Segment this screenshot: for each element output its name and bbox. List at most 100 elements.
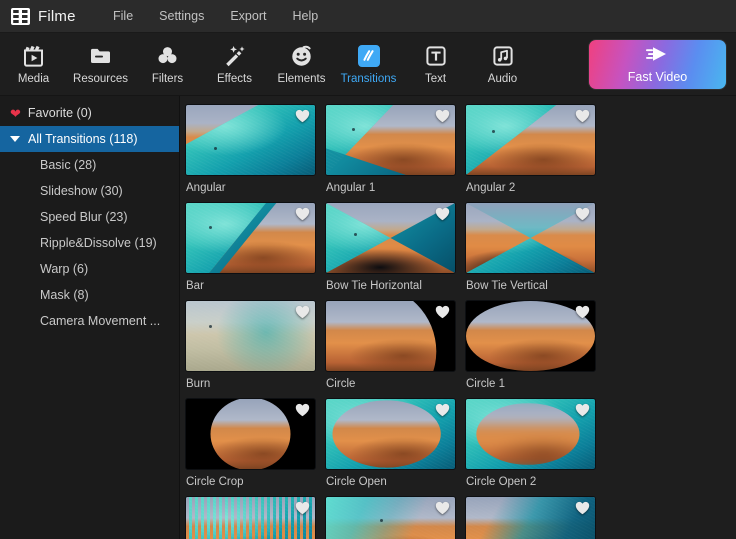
transition-item[interactable]: Bar xyxy=(185,202,325,292)
transition-item[interactable]: Col Whisk xyxy=(185,496,325,539)
sidebar-item-basic[interactable]: Basic (28) xyxy=(0,152,179,178)
heart-icon[interactable] xyxy=(575,207,590,221)
transition-thumbnail[interactable] xyxy=(185,496,316,539)
sidebar-item-all-transitions-label: All Transitions (118) xyxy=(28,132,138,146)
sidebar-item-mask[interactable]: Mask (8) xyxy=(0,282,179,308)
fast-forward-icon xyxy=(644,45,672,68)
transition-item[interactable]: Angular 2 xyxy=(465,104,605,194)
filme-logo-icon xyxy=(11,8,30,25)
transition-thumbnail[interactable] xyxy=(465,398,596,470)
heart-icon[interactable] xyxy=(435,501,450,515)
tab-resources-label: Resources xyxy=(73,73,128,85)
sidebar-item-slideshow[interactable]: Slideshow (30) xyxy=(0,178,179,204)
transition-thumbnail[interactable] xyxy=(325,104,456,176)
transition-item[interactable]: Circle Open 2 xyxy=(465,398,605,488)
transition-item[interactable]: Circle Crop xyxy=(185,398,325,488)
filme-application-window: Filme File Settings Export Help Media xyxy=(0,0,736,539)
menu-item-settings[interactable]: Settings xyxy=(146,4,217,28)
transitions-grid: Angular Angular 1 Angular 2 Bar Bow Tie Hori… xyxy=(185,104,736,539)
fast-video-button[interactable]: Fast Video xyxy=(589,40,726,89)
sidebar-item-warp-label: Warp (6) xyxy=(40,262,88,276)
heart-icon[interactable] xyxy=(295,305,310,319)
tab-effects[interactable]: Effects xyxy=(201,33,268,95)
tab-resources[interactable]: Resources xyxy=(67,33,134,95)
transition-item[interactable]: Bow Tie Vertical xyxy=(465,202,605,292)
app-title: Filme xyxy=(38,8,76,25)
tab-filters[interactable]: Filters xyxy=(134,33,201,95)
fast-video-label: Fast Video xyxy=(628,70,688,84)
transition-thumbnail[interactable] xyxy=(325,496,456,539)
heart-icon[interactable] xyxy=(575,501,590,515)
sidebar-item-speed-blur[interactable]: Speed Blur (23) xyxy=(0,204,179,230)
heart-icon[interactable] xyxy=(295,501,310,515)
text-t-icon xyxy=(425,44,447,68)
transition-label: Burn xyxy=(186,378,319,390)
transition-label: Angular xyxy=(186,182,319,194)
menu-item-file[interactable]: File xyxy=(100,4,146,28)
transition-thumbnail[interactable] xyxy=(465,104,596,176)
transition-label: Angular 1 xyxy=(326,182,459,194)
transition-thumbnail[interactable] xyxy=(325,398,456,470)
heart-icon[interactable] xyxy=(295,207,310,221)
transition-label: Circle Open xyxy=(326,476,459,488)
clapperboard-icon xyxy=(22,44,45,68)
heart-icon[interactable] xyxy=(435,109,450,123)
heart-icon[interactable] xyxy=(435,403,450,417)
heart-icon[interactable] xyxy=(575,305,590,319)
sidebar-item-all-transitions[interactable]: All Transitions (118) xyxy=(0,126,179,152)
tab-media[interactable]: Media xyxy=(0,33,67,95)
transition-thumbnail[interactable] xyxy=(185,300,316,372)
heart-icon[interactable] xyxy=(575,109,590,123)
transition-label: Circle Open 2 xyxy=(466,476,599,488)
sidebar-item-favorite[interactable]: ❤ Favorite (0) xyxy=(0,100,179,126)
transition-thumbnail[interactable] xyxy=(185,202,316,274)
transition-thumbnail[interactable] xyxy=(185,104,316,176)
tab-audio[interactable]: Audio xyxy=(469,33,536,95)
sidebar-item-ripple-dissolve[interactable]: Ripple&Dissolve (19) xyxy=(0,230,179,256)
tab-transitions-label: Transitions xyxy=(341,73,397,85)
heart-icon[interactable] xyxy=(435,207,450,221)
menu-bar: File Settings Export Help xyxy=(100,4,331,28)
sidebar-item-ripple-dissolve-label: Ripple&Dissolve (19) xyxy=(40,236,157,250)
heart-icon[interactable] xyxy=(295,403,310,417)
transition-item[interactable]: Directional Wipe 1 xyxy=(465,496,605,539)
menu-item-help[interactable]: Help xyxy=(279,4,331,28)
transition-thumbnail[interactable] xyxy=(325,300,456,372)
tab-media-label: Media xyxy=(18,73,49,85)
sidebar-item-basic-label: Basic (28) xyxy=(40,158,96,172)
sidebar-item-warp[interactable]: Warp (6) xyxy=(0,256,179,282)
transition-item[interactable]: Circle xyxy=(325,300,465,390)
main-toolbar: Media Resources Filters xyxy=(0,33,736,96)
tab-elements[interactable]: Elements xyxy=(268,33,335,95)
transition-label: Bow Tie Vertical xyxy=(466,280,599,292)
transition-thumbnail[interactable] xyxy=(325,202,456,274)
transition-thumbnail[interactable] xyxy=(465,300,596,372)
tab-filters-label: Filters xyxy=(152,73,183,85)
transition-item[interactable]: Directional Wipe xyxy=(325,496,465,539)
transition-item[interactable]: Burn xyxy=(185,300,325,390)
transitions-grid-panel[interactable]: Angular Angular 1 Angular 2 Bar Bow Tie Hori… xyxy=(180,96,736,539)
color-circles-icon xyxy=(156,44,179,68)
transition-thumbnail[interactable] xyxy=(465,202,596,274)
sidebar-item-camera-movement[interactable]: Camera Movement ... xyxy=(0,308,179,334)
heart-icon[interactable] xyxy=(435,305,450,319)
tab-elements-label: Elements xyxy=(278,73,326,85)
tab-transitions[interactable]: Transitions xyxy=(335,33,402,95)
menu-item-export[interactable]: Export xyxy=(217,4,279,28)
transitions-icon xyxy=(358,44,380,68)
transition-label: Bar xyxy=(186,280,319,292)
transition-thumbnail[interactable] xyxy=(465,496,596,539)
heart-icon[interactable] xyxy=(295,109,310,123)
music-note-icon xyxy=(492,44,514,68)
transition-label: Circle Crop xyxy=(186,476,319,488)
heart-icon[interactable] xyxy=(575,403,590,417)
transition-thumbnail[interactable] xyxy=(185,398,316,470)
heart-icon: ❤ xyxy=(10,107,21,120)
transition-item[interactable]: Bow Tie Horizontal xyxy=(325,202,465,292)
transition-item[interactable]: Angular 1 xyxy=(325,104,465,194)
transition-item[interactable]: Angular xyxy=(185,104,325,194)
tab-text[interactable]: Text xyxy=(402,33,469,95)
transition-item[interactable]: Circle 1 xyxy=(465,300,605,390)
caret-down-icon[interactable] xyxy=(10,136,20,142)
transition-item[interactable]: Circle Open xyxy=(325,398,465,488)
